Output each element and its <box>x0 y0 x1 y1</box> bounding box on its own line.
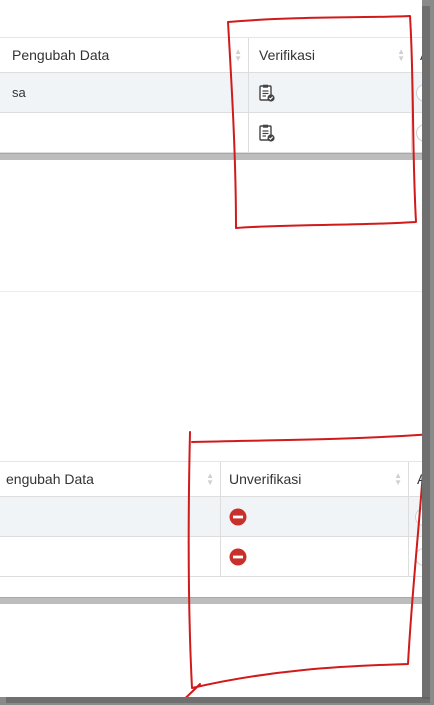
annotation-box-bottom <box>185 431 422 697</box>
window-shadow-bottom <box>6 697 430 703</box>
screenshot-page: Pengubah Data ▲▼ Verifikasi ▲▼ A sa <box>0 0 422 697</box>
window-shadow-right <box>422 6 430 699</box>
annotation-box-top <box>227 15 417 229</box>
annotation-overlay <box>185 15 422 697</box>
